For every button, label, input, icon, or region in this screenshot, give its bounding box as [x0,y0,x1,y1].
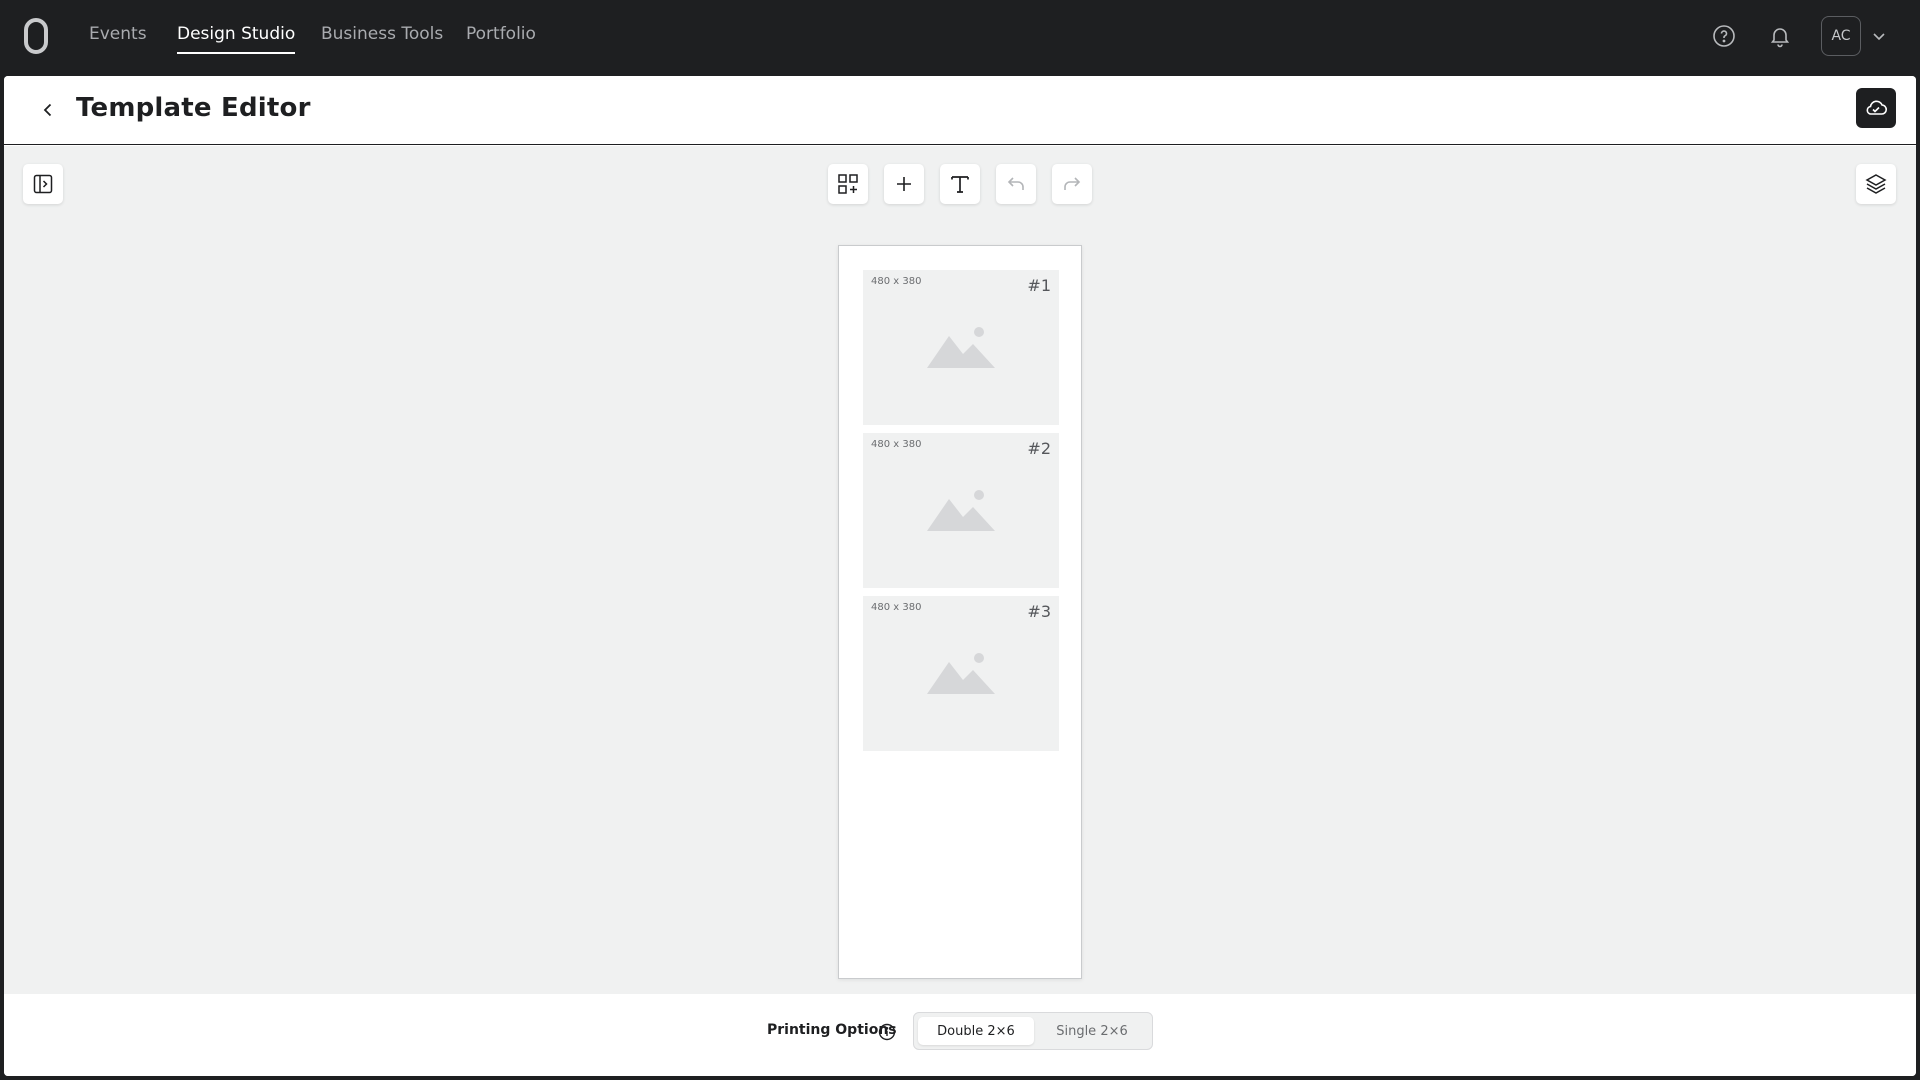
text-icon [951,176,969,193]
slot-size-label: 480 x 380 [871,602,922,613]
image-placeholder-icon [927,490,995,531]
info-icon[interactable] [877,1022,897,1042]
redo-icon [1064,177,1081,190]
slot-size-label: 480 x 380 [871,439,922,450]
layers-button[interactable] [1856,164,1896,204]
layers-icon [1865,174,1887,194]
image-placeholder-icon [927,653,995,694]
top-nav: Events Design Studio Business Tools Port… [0,0,1920,72]
editor-panel: Template Editor 480 x 380 #1 480 x 380 #… [4,76,1916,1076]
option-double-2x6[interactable]: Double 2×6 [918,1017,1034,1045]
page-title: Template Editor [76,93,311,123]
redo-button[interactable] [1052,164,1092,204]
slot-size-label: 480 x 380 [871,276,922,287]
sidebar-toggle-button[interactable] [23,164,63,204]
save-cloud-button[interactable] [1856,88,1896,128]
nav-item-business-tools[interactable]: Business Tools [321,24,443,44]
image-placeholder-icon [927,327,995,368]
option-single-2x6[interactable]: Single 2×6 [1036,1017,1148,1045]
add-text-button[interactable] [940,164,980,204]
editor-header: Template Editor [4,76,1916,145]
back-button[interactable] [34,96,62,124]
nav-item-design-studio[interactable]: Design Studio [177,24,296,54]
add-grid-button[interactable] [828,164,868,204]
chevron-down-icon[interactable] [1869,26,1889,46]
add-element-button[interactable] [884,164,924,204]
add-grid-icon [838,174,858,194]
photo-slot[interactable]: 480 x 380 #1 [863,270,1059,425]
printing-options-bar: Printing Options Double 2×6 Single 2×6 [4,994,1916,1076]
plus-icon [897,177,911,191]
template-page[interactable]: 480 x 380 #1 480 x 380 #2 480 x 380 #3 [838,245,1082,979]
help-icon[interactable] [1710,22,1738,50]
print-format-toggle: Double 2×6 Single 2×6 [913,1012,1153,1050]
chevron-left-icon [43,103,52,117]
photo-slot[interactable]: 480 x 380 #2 [863,433,1059,588]
undo-button[interactable] [996,164,1036,204]
undo-icon [1007,177,1024,190]
slot-number: #1 [1027,276,1051,295]
bell-icon[interactable] [1766,22,1794,50]
cloud-icon [1866,100,1888,115]
slot-number: #2 [1027,439,1051,458]
canvas-workspace: 480 x 380 #1 480 x 380 #2 480 x 380 #3 [4,146,1916,994]
nav-item-portfolio[interactable]: Portfolio [466,24,536,44]
sidebar-toggle-icon [33,174,53,194]
avatar[interactable]: AC [1821,16,1861,56]
slot-number: #3 [1027,602,1051,621]
nav-item-events[interactable]: Events [89,24,147,44]
logo-icon[interactable] [24,18,48,54]
photo-slot[interactable]: 480 x 380 #3 [863,596,1059,751]
